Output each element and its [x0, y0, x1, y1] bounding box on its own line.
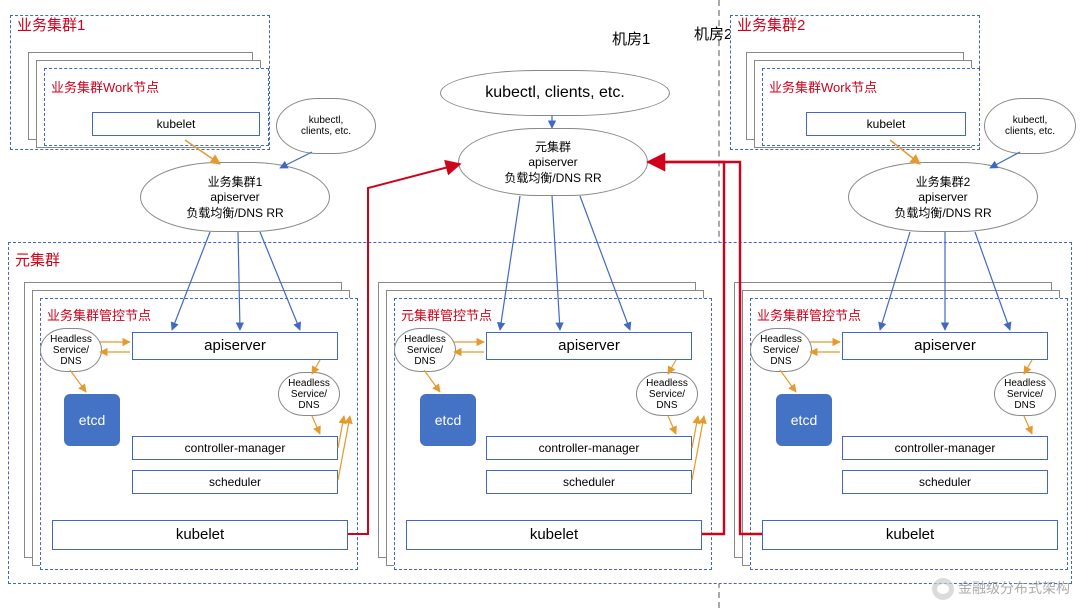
- left-kubelet: kubelet: [52, 520, 348, 550]
- cm-label: controller-manager: [185, 441, 286, 455]
- headless-r-2: Headless Service/ DNS: [994, 372, 1056, 416]
- left-cm: controller-manager: [132, 436, 338, 460]
- apiserver-label: apiserver: [558, 337, 620, 354]
- center-etcd: etcd: [420, 394, 476, 446]
- room2-label: 机房2: [694, 23, 732, 44]
- watermark-text: 金融级分布式架构: [958, 580, 1070, 596]
- kubelet-label: kubelet: [867, 117, 906, 131]
- right-scheduler: scheduler: [842, 470, 1048, 494]
- right-kubelet: kubelet: [762, 520, 1058, 550]
- center-scheduler: scheduler: [486, 470, 692, 494]
- headless-left-2: Headless Service/ DNS: [278, 372, 340, 416]
- biz-ctrl-title-left: 业务集群管控节点: [47, 305, 151, 324]
- etcd-label: etcd: [79, 412, 105, 428]
- headless-r-1: Headless Service/ DNS: [750, 328, 812, 372]
- lb-m2: apiserver: [528, 155, 577, 169]
- watermark: 金融级分布式架构: [932, 578, 1070, 600]
- biz-cluster1-title: 业务集群1: [17, 14, 85, 35]
- sched-label: scheduler: [209, 475, 261, 489]
- center-apiserver: apiserver: [486, 332, 692, 360]
- room1-label: 机房1: [612, 28, 650, 49]
- center-kubelet: kubelet: [406, 520, 702, 550]
- biz2-kubelet: kubelet: [806, 112, 966, 136]
- kubectl-cloud-left: kubectl, clients, etc.: [276, 98, 376, 154]
- biz1-kubelet: kubelet: [92, 112, 260, 136]
- lb-m3: 负载均衡/DNS RR: [504, 169, 601, 186]
- headless-c-1: Headless Service/ DNS: [394, 328, 456, 372]
- lb2-l1: 业务集群2: [916, 173, 971, 190]
- kubelet-label: kubelet: [530, 526, 578, 543]
- lb-m1: 元集群: [535, 138, 571, 155]
- apiserver-label: apiserver: [914, 337, 976, 354]
- kubectl-label: kubectl, clients, etc.: [301, 115, 351, 137]
- left-apiserver: apiserver: [132, 332, 338, 360]
- kubelet-label: kubelet: [157, 117, 196, 131]
- left-scheduler: scheduler: [132, 470, 338, 494]
- etcd-label: etcd: [791, 412, 817, 428]
- right-apiserver: apiserver: [842, 332, 1048, 360]
- biz1-worknode-title: 业务集群Work节点: [51, 77, 159, 96]
- apiserver-label: apiserver: [204, 337, 266, 354]
- etcd-label: etcd: [435, 412, 461, 428]
- cm-label: controller-manager: [539, 441, 640, 455]
- kubectl-center-label: kubectl, clients, etc.: [485, 84, 625, 102]
- biz2-lb-cloud: 业务集群2 apiserver 负载均衡/DNS RR: [848, 162, 1038, 232]
- kubectl-label: kubectl, clients, etc.: [1005, 115, 1055, 137]
- lb-l2: apiserver: [210, 190, 259, 204]
- sched-label: scheduler: [919, 475, 971, 489]
- headless-left-1: Headless Service/ DNS: [40, 328, 102, 372]
- meta-lb-cloud: 元集群 apiserver 负载均衡/DNS RR: [458, 128, 648, 196]
- lb2-l2: apiserver: [918, 190, 967, 204]
- lb2-l3: 负载均衡/DNS RR: [894, 204, 991, 221]
- biz2-worknode-title: 业务集群Work节点: [769, 77, 877, 96]
- meta-ctrl-title: 元集群管控节点: [401, 305, 492, 324]
- lb-l1: 业务集群1: [208, 173, 263, 190]
- meta-cluster-title: 元集群: [15, 249, 60, 270]
- kubectl-cloud-right: kubectl, clients, etc.: [984, 98, 1076, 154]
- biz1-lb-cloud: 业务集群1 apiserver 负载均衡/DNS RR: [140, 162, 330, 232]
- kubelet-label: kubelet: [176, 526, 224, 543]
- right-cm: controller-manager: [842, 436, 1048, 460]
- sched-label: scheduler: [563, 475, 615, 489]
- biz-cluster2-title: 业务集群2: [737, 14, 805, 35]
- cm-label: controller-manager: [895, 441, 996, 455]
- wechat-icon: [932, 578, 954, 600]
- kubectl-cloud-center: kubectl, clients, etc.: [440, 70, 670, 116]
- right-etcd: etcd: [776, 394, 832, 446]
- kubelet-label: kubelet: [886, 526, 934, 543]
- biz-ctrl-title-right: 业务集群管控节点: [757, 305, 861, 324]
- center-cm: controller-manager: [486, 436, 692, 460]
- headless-c-2: Headless Service/ DNS: [636, 372, 698, 416]
- lb-l3: 负载均衡/DNS RR: [186, 204, 283, 221]
- left-etcd: etcd: [64, 394, 120, 446]
